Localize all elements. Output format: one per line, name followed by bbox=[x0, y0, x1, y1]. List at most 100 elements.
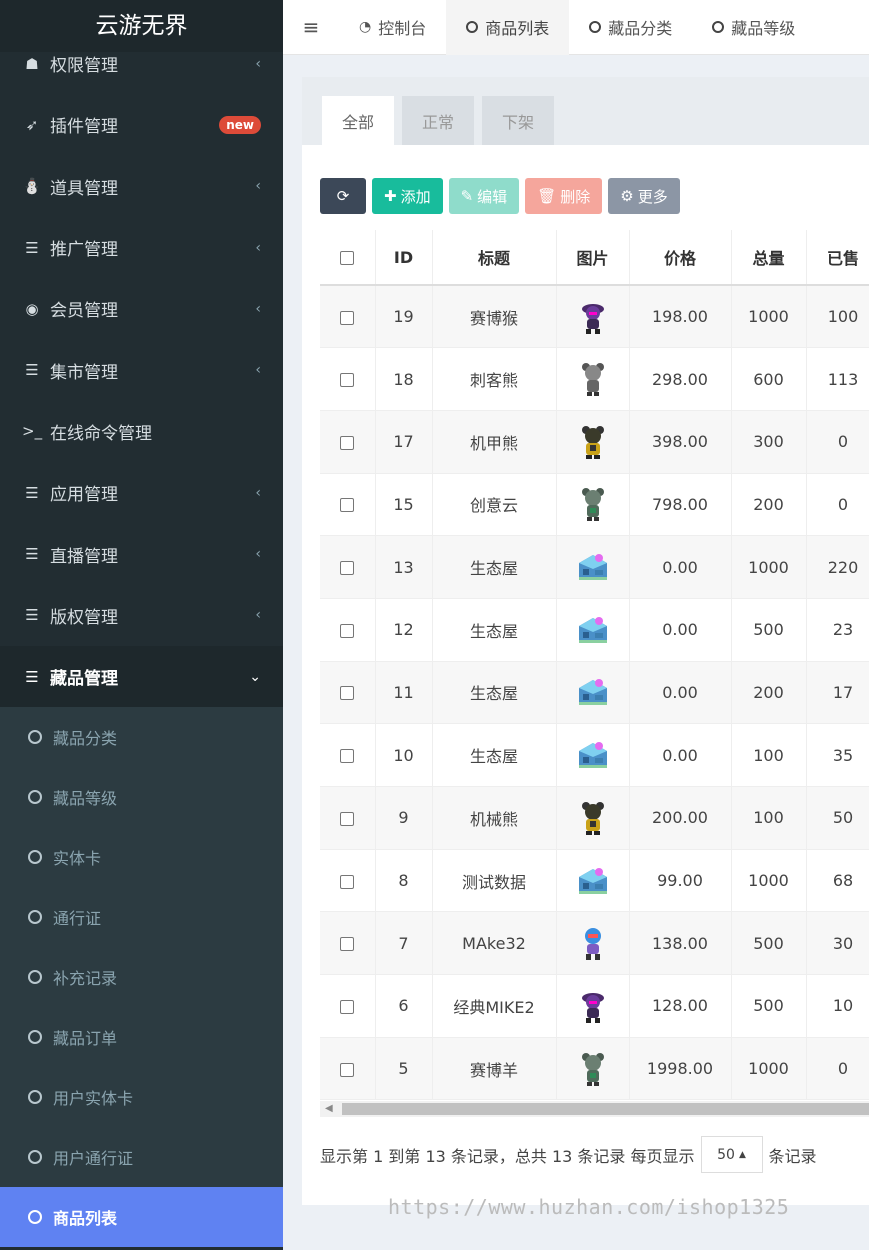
submenu-item-category[interactable]: 藏品分类 bbox=[0, 707, 283, 767]
product-thumbnail[interactable] bbox=[575, 801, 611, 835]
select-all-checkbox[interactable] bbox=[340, 251, 355, 265]
row-checkbox[interactable] bbox=[340, 1062, 355, 1077]
sidebar-item-copyright[interactable]: ☰ 版权管理 ‹ bbox=[0, 585, 283, 646]
tab-category[interactable]: 藏品分类 bbox=[569, 0, 692, 55]
product-thumbnail[interactable] bbox=[575, 867, 611, 894]
tab-level[interactable]: 藏品等级 bbox=[692, 0, 815, 55]
cell-sold: 0 bbox=[806, 1037, 869, 1101]
product-thumbnail[interactable] bbox=[575, 928, 611, 961]
table-row[interactable]: 13 生态屋 0.00 1000 220 bbox=[320, 535, 869, 599]
product-thumbnail[interactable] bbox=[575, 363, 611, 397]
tab-dashboard[interactable]: ◔ 控制台 bbox=[339, 0, 446, 55]
row-checkbox[interactable] bbox=[340, 623, 355, 638]
product-thumbnail[interactable] bbox=[575, 679, 611, 706]
sidebar-item-market[interactable]: ☰ 集市管理 ‹ bbox=[0, 339, 283, 400]
collections-submenu: 藏品分类 藏品等级 实体卡 通行证 补充记录 藏品订单 用户实体卡 用户通行证 … bbox=[0, 707, 283, 1248]
sidebar-item-commands[interactable]: >_ 在线命令管理 bbox=[0, 401, 283, 462]
submenu-item-product-list[interactable]: 商品列表 bbox=[0, 1187, 283, 1248]
column-header-sold[interactable]: 已售 bbox=[806, 230, 869, 286]
table-row[interactable]: 17 机甲熊 398.00 300 0 bbox=[320, 410, 869, 474]
submenu-item-user-pass[interactable]: 用户通行证 bbox=[0, 1127, 283, 1187]
cell-image bbox=[556, 410, 630, 474]
sidebar-item-live[interactable]: ☰ 直播管理 ‹ bbox=[0, 523, 283, 584]
sidebar-item-apps[interactable]: ☰ 应用管理 ‹ bbox=[0, 462, 283, 523]
table-row[interactable]: 18 刺客熊 298.00 600 113 bbox=[320, 347, 869, 411]
product-thumbnail[interactable] bbox=[575, 742, 611, 769]
table-row[interactable]: 6 经典MIKE2 128.00 500 10 bbox=[320, 974, 869, 1038]
status-tab-normal[interactable]: 正常 bbox=[402, 96, 474, 145]
submenu-item-user-card[interactable]: 用户实体卡 bbox=[0, 1067, 283, 1127]
row-checkbox[interactable] bbox=[340, 373, 355, 388]
cell-sold: 50 bbox=[806, 786, 869, 850]
more-button[interactable]: ⚙ 更多 bbox=[608, 178, 680, 214]
column-header-title[interactable]: 标题 bbox=[432, 230, 557, 286]
product-thumbnail[interactable] bbox=[575, 992, 611, 1023]
table-row[interactable]: 7 MAke32 138.00 500 30 bbox=[320, 911, 869, 976]
product-thumbnail[interactable] bbox=[575, 1052, 611, 1086]
row-checkbox[interactable] bbox=[340, 749, 355, 764]
product-thumbnail[interactable] bbox=[575, 616, 611, 643]
row-checkbox[interactable] bbox=[340, 937, 355, 952]
status-tab-offline[interactable]: 下架 bbox=[482, 96, 554, 145]
product-thumbnail[interactable] bbox=[575, 554, 611, 581]
cell-total: 100 bbox=[731, 723, 807, 787]
delete-button[interactable]: 🗑 删除 bbox=[525, 178, 603, 214]
app-logo[interactable]: 云游无界 bbox=[0, 0, 283, 52]
row-checkbox[interactable] bbox=[340, 435, 355, 450]
tab-product-list[interactable]: 商品列表 bbox=[446, 0, 570, 55]
row-checkbox[interactable] bbox=[340, 498, 355, 513]
row-checkbox[interactable] bbox=[340, 686, 355, 701]
table-row[interactable]: 5 赛博羊 1998.00 1000 0 bbox=[320, 1037, 869, 1101]
scroll-left-icon[interactable]: ◀ bbox=[325, 1103, 333, 1114]
cell-price: 1998.00 bbox=[629, 1037, 732, 1101]
cell-id: 15 bbox=[375, 473, 433, 537]
submenu-item-pass[interactable]: 通行证 bbox=[0, 887, 283, 947]
table-row[interactable]: 10 生态屋 0.00 100 35 bbox=[320, 723, 869, 787]
add-button[interactable]: ✚ 添加 bbox=[372, 178, 443, 214]
circle-icon bbox=[589, 21, 602, 33]
cell-price: 0.00 bbox=[629, 535, 732, 599]
cell-title: 创意云 bbox=[432, 473, 557, 537]
row-checkbox[interactable] bbox=[340, 874, 355, 889]
page-size-select[interactable]: 50 ▲ bbox=[700, 1136, 763, 1173]
cell-sold: 100 bbox=[806, 285, 869, 349]
submenu-item-level[interactable]: 藏品等级 bbox=[0, 767, 283, 827]
sidebar-item-label: 推广管理 bbox=[50, 240, 118, 261]
submenu-item-replenish[interactable]: 补充记录 bbox=[0, 947, 283, 1007]
pagination-suffix: 条记录 bbox=[768, 1146, 817, 1166]
column-header-price[interactable]: 价格 bbox=[629, 230, 732, 286]
status-tab-all[interactable]: 全部 bbox=[322, 96, 394, 145]
table-row[interactable]: 15 创意云 798.00 200 0 bbox=[320, 473, 869, 537]
add-label: 添加 bbox=[400, 187, 431, 206]
table-row[interactable]: 12 生态屋 0.00 500 23 bbox=[320, 598, 869, 662]
product-thumbnail[interactable] bbox=[575, 425, 611, 459]
refresh-button[interactable]: ⟳ bbox=[320, 178, 366, 214]
submenu-item-physical-card[interactable]: 实体卡 bbox=[0, 827, 283, 887]
product-thumbnail[interactable] bbox=[575, 303, 611, 334]
scrollbar-thumb[interactable] bbox=[342, 1103, 869, 1115]
horizontal-scrollbar[interactable]: ◀ bbox=[320, 1101, 869, 1117]
sidebar-item-promotion[interactable]: ☰ 推广管理 ‹ bbox=[0, 217, 283, 278]
row-checkbox[interactable] bbox=[340, 811, 355, 826]
column-header-id[interactable]: ID bbox=[375, 230, 433, 286]
sidebar-item-props[interactable]: ⛄ 道具管理 ‹ bbox=[0, 156, 283, 217]
table-row[interactable]: 11 生态屋 0.00 200 17 bbox=[320, 661, 869, 725]
cell-title: 生态屋 bbox=[432, 598, 557, 662]
edit-button[interactable]: ✎ 编辑 bbox=[448, 178, 520, 214]
row-checkbox[interactable] bbox=[340, 999, 355, 1014]
table-row[interactable]: 9 机械熊 200.00 100 50 bbox=[320, 786, 869, 850]
sidebar-menu: ☗ 权限管理 ‹ ➶ 插件管理 new ⛄ 道具管理 ‹ ☰ 推广管理 ‹ ◉ … bbox=[0, 33, 283, 1248]
table-row[interactable]: 19 赛博猴 198.00 1000 100 bbox=[320, 285, 869, 349]
cell-image bbox=[556, 786, 630, 850]
sidebar-item-members[interactable]: ◉ 会员管理 ‹ bbox=[0, 278, 283, 339]
row-checkbox[interactable] bbox=[340, 561, 355, 576]
table-row[interactable]: 8 测试数据 99.00 1000 68 bbox=[320, 849, 869, 913]
product-thumbnail[interactable] bbox=[575, 488, 611, 522]
sidebar-item-plugins[interactable]: ➶ 插件管理 new bbox=[0, 94, 283, 155]
menu-toggle-icon[interactable]: ≡ bbox=[283, 15, 339, 39]
sidebar-item-collections[interactable]: ☰ 藏品管理 ⌄ bbox=[0, 645, 283, 708]
edit-label: 编辑 bbox=[477, 187, 508, 206]
column-header-total[interactable]: 总量 bbox=[731, 230, 807, 286]
submenu-item-orders[interactable]: 藏品订单 bbox=[0, 1007, 283, 1067]
row-checkbox[interactable] bbox=[340, 310, 355, 325]
